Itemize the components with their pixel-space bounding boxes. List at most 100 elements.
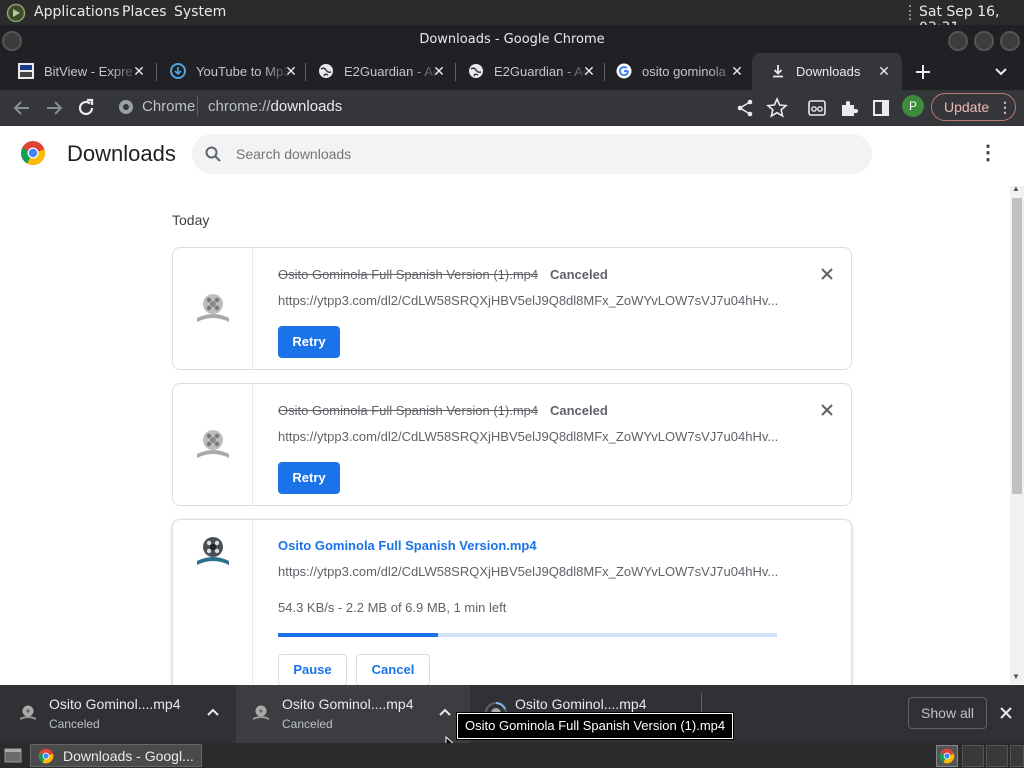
- tab-downloads[interactable]: Downloads ✕: [752, 53, 902, 90]
- workspace-4[interactable]: [1010, 745, 1024, 767]
- menu-places[interactable]: Places: [122, 4, 167, 20]
- download-item: Osito Gominola Full Spanish Version (1).…: [172, 247, 852, 370]
- tab-youtube-to-mp3[interactable]: YouTube to Mp3 ✕: [152, 53, 307, 90]
- update-label: Update: [944, 99, 990, 115]
- download-filename: Osito Gominola Full Spanish Version (1).…: [278, 403, 539, 418]
- shelf-item-name: Osito Gominol....mp4: [515, 696, 647, 712]
- omnibox[interactable]: Chrome chrome://downloads: [108, 92, 828, 122]
- close-window-button[interactable]: [1000, 31, 1020, 51]
- chrome-logo-icon: [939, 748, 955, 764]
- scrollbar-thumb[interactable]: [1012, 198, 1022, 494]
- menu-system[interactable]: System: [174, 4, 226, 20]
- system-taskbar: Downloads - Googl...: [0, 743, 1024, 768]
- download-status: Canceled: [550, 267, 608, 282]
- tab-close-icon[interactable]: ✕: [129, 61, 149, 81]
- update-button[interactable]: Update ⋮: [931, 93, 1016, 121]
- workspace-3[interactable]: [986, 745, 1008, 767]
- shelf-item[interactable]: Osito Gominol....mp4 Canceled: [0, 685, 234, 743]
- tab-title: BitView - Expre: [44, 64, 133, 79]
- maximize-button[interactable]: [974, 31, 994, 51]
- reload-icon[interactable]: [74, 96, 98, 120]
- search-icon: [205, 146, 221, 162]
- window-titlebar[interactable]: Downloads - Google Chrome: [0, 25, 1024, 53]
- side-panel-icon[interactable]: [869, 96, 893, 120]
- forward-arrow-icon[interactable]: [42, 96, 66, 120]
- site-label: Chrome: [142, 98, 196, 115]
- taskbar-window-label: Downloads - Googl...: [63, 748, 194, 764]
- close-shelf-icon[interactable]: [998, 705, 1014, 721]
- page-title: Downloads: [67, 141, 176, 166]
- new-tab-plus-icon[interactable]: [913, 62, 933, 82]
- tab-osito-gominola-search[interactable]: osito gominola ✕: [598, 53, 753, 90]
- tab-close-icon[interactable]: ✕: [727, 61, 747, 81]
- remove-item-close-icon[interactable]: [818, 401, 836, 419]
- chevron-up-icon[interactable]: [438, 705, 452, 719]
- url-scheme: chrome://: [208, 98, 271, 115]
- chrome-page-icon: [119, 100, 133, 114]
- tab-close-icon[interactable]: ✕: [579, 61, 599, 81]
- show-desktop-icon[interactable]: [4, 748, 22, 763]
- progress-bar-track: [278, 633, 777, 637]
- video-file-icon: [197, 537, 229, 565]
- tab-title: E2Guardian - Ac: [494, 64, 590, 79]
- tab-e2guardian-2[interactable]: E2Guardian - Ac ✕: [450, 53, 605, 90]
- taskbar-window-button[interactable]: Downloads - Googl...: [30, 744, 202, 767]
- retry-button[interactable]: Retry: [278, 326, 340, 358]
- tab-bitview[interactable]: BitView - Expre ✕: [0, 53, 155, 90]
- window-menu-button[interactable]: [2, 31, 22, 51]
- download-url[interactable]: https://ytpp3.com/dl2/CdLW58SRQXjHBV5elJ…: [278, 293, 778, 308]
- tab-search-chevron-icon[interactable]: [992, 64, 1010, 80]
- tab-title: osito gominola: [642, 64, 726, 79]
- tab-title: E2Guardian - Ac: [344, 64, 440, 79]
- globe-icon: [469, 64, 483, 78]
- tab-title: YouTube to Mp3: [196, 64, 291, 79]
- retry-button[interactable]: Retry: [278, 462, 340, 494]
- omnibox-divider: [197, 96, 198, 116]
- download-filename-link[interactable]: Osito Gominola Full Spanish Version.mp4: [278, 538, 537, 553]
- pause-button[interactable]: Pause: [278, 654, 347, 685]
- chevron-up-icon[interactable]: [206, 705, 220, 719]
- more-actions-kebab-icon[interactable]: ⋮: [978, 140, 998, 165]
- video-file-icon: [20, 705, 36, 720]
- download-progress-text: 54.3 KB/s - 2.2 MB of 6.9 MB, 1 min left: [278, 600, 507, 615]
- download-item: Osito Gominola Full Spanish Version (1).…: [172, 383, 852, 506]
- tab-close-icon[interactable]: ✕: [281, 61, 301, 81]
- shelf-item[interactable]: Osito Gominol....mp4 Canceled: [236, 685, 470, 743]
- download-status: Canceled: [550, 403, 608, 418]
- file-icon-column: [173, 520, 253, 685]
- shelf-item-status: Canceled: [49, 717, 100, 731]
- url-text[interactable]: chrome://downloads: [208, 98, 342, 115]
- shelf-item-name: Osito Gominol....mp4: [49, 696, 181, 712]
- search-box[interactable]: [192, 134, 872, 174]
- scroll-up-arrow-icon[interactable]: ▲: [1012, 184, 1020, 193]
- scroll-down-arrow-icon[interactable]: ▼: [1012, 672, 1020, 681]
- distro-logo-icon[interactable]: [6, 3, 26, 23]
- tab-strip: BitView - Expre ✕ YouTube to Mp3 ✕ E2Gua…: [0, 53, 1024, 90]
- profile-avatar[interactable]: P: [902, 95, 924, 117]
- video-file-icon: [253, 705, 269, 720]
- workspace-switcher[interactable]: [936, 745, 958, 767]
- show-all-button[interactable]: Show all: [908, 697, 987, 729]
- menu-applications[interactable]: Applications: [34, 4, 120, 20]
- search-input[interactable]: [236, 143, 836, 165]
- tab-e2guardian-1[interactable]: E2Guardian - Ac ✕: [300, 53, 455, 90]
- kebab-menu-icon: ⋮: [998, 99, 1012, 115]
- extensions-puzzle-icon[interactable]: [837, 96, 861, 120]
- workspace-2[interactable]: [962, 745, 984, 767]
- panel-separator: [909, 5, 911, 20]
- download-url[interactable]: https://ytpp3.com/dl2/CdLW58SRQXjHBV5elJ…: [278, 564, 778, 579]
- minimize-button[interactable]: [948, 31, 968, 51]
- cancel-button[interactable]: Cancel: [356, 654, 430, 685]
- tab-close-icon[interactable]: ✕: [874, 61, 894, 81]
- google-icon: [616, 63, 632, 79]
- video-file-icon: [197, 430, 229, 458]
- back-arrow-icon[interactable]: [10, 96, 34, 120]
- chrome-logo-icon: [21, 141, 45, 165]
- tab-close-icon[interactable]: ✕: [429, 61, 449, 81]
- window-title: Downloads - Google Chrome: [419, 32, 605, 47]
- remove-item-close-icon[interactable]: [818, 265, 836, 283]
- download-url[interactable]: https://ytpp3.com/dl2/CdLW58SRQXjHBV5elJ…: [278, 429, 778, 444]
- system-top-panel: Applications Places System Sat Sep 16, 0…: [0, 0, 1024, 36]
- globe-icon: [319, 64, 333, 78]
- bitview-icon: [18, 63, 34, 79]
